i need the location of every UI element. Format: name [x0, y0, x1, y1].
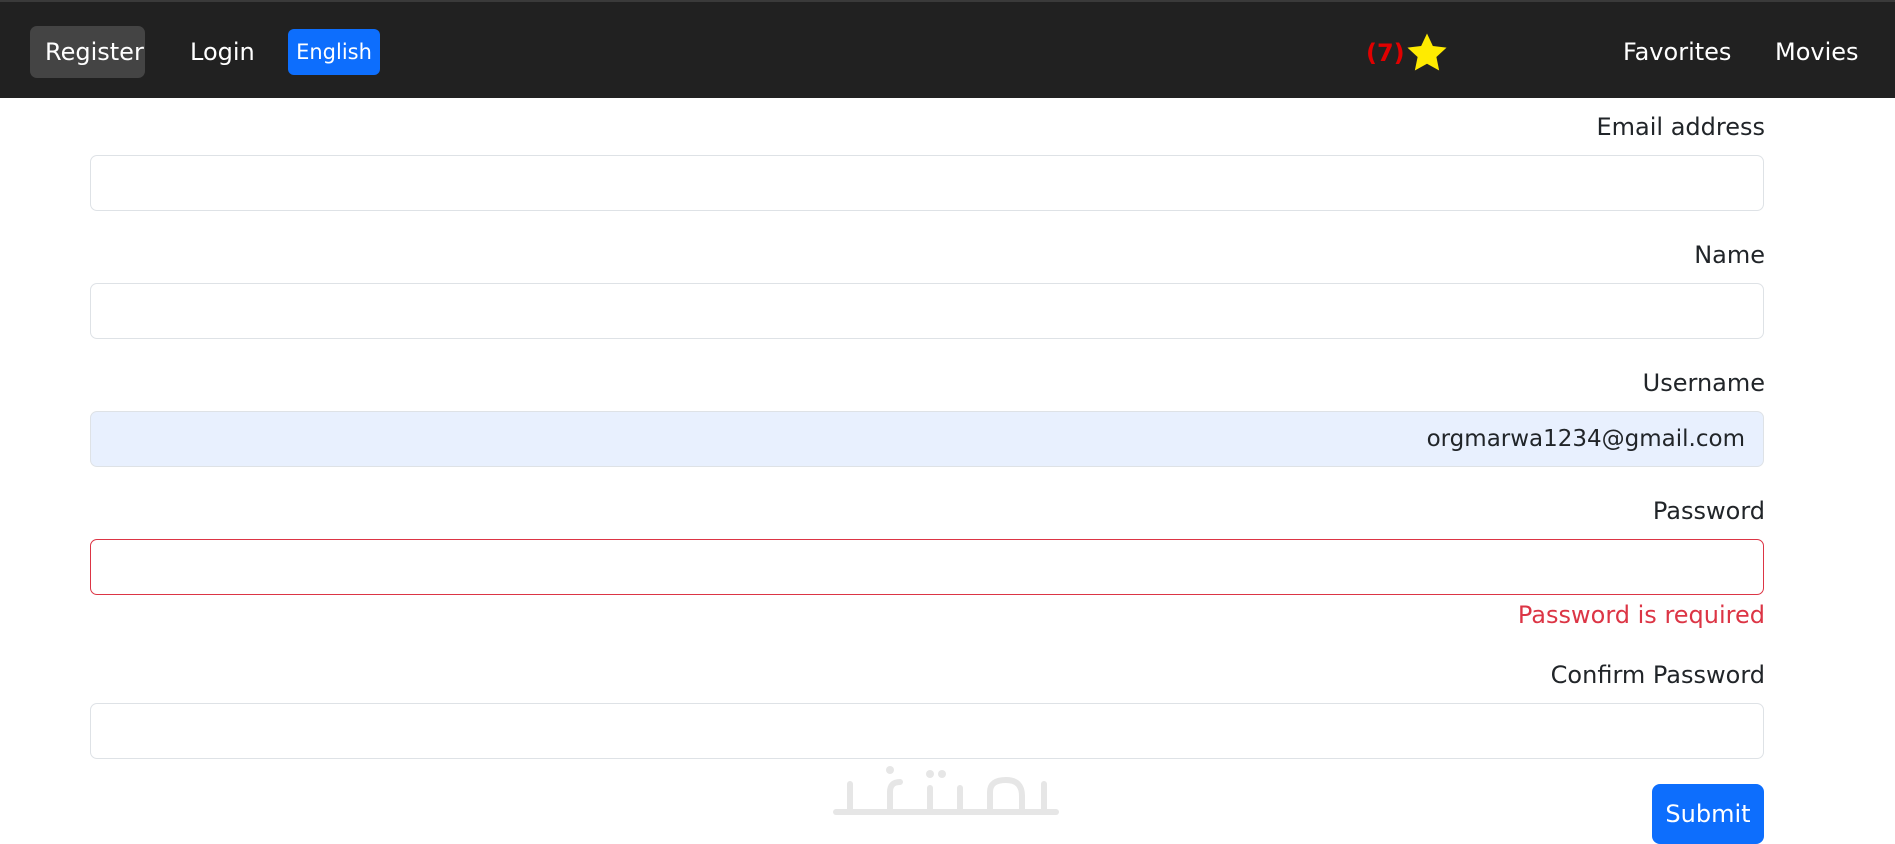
- watermark-logo: [833, 766, 1059, 815]
- confirm-password-label: Confirm Password: [1550, 661, 1765, 689]
- password-label: Password: [1652, 497, 1765, 525]
- star-icon[interactable]: [1404, 30, 1450, 76]
- email-field[interactable]: [90, 155, 1764, 211]
- name-label: Name: [1694, 241, 1765, 269]
- language-button[interactable]: English: [288, 29, 380, 75]
- confirm-password-field[interactable]: [90, 703, 1764, 759]
- username-field[interactable]: [90, 411, 1764, 467]
- password-error-message: Password is required: [1517, 601, 1765, 629]
- email-label: Email address: [1596, 113, 1765, 141]
- nav-movies-link[interactable]: Movies: [1760, 26, 1874, 78]
- nav-favorites-link[interactable]: Favorites: [1608, 26, 1746, 78]
- nav-register-link[interactable]: Register: [30, 26, 145, 78]
- name-field[interactable]: [90, 283, 1764, 339]
- nav-login-link[interactable]: Login: [175, 26, 270, 78]
- submit-button[interactable]: Submit: [1652, 784, 1764, 844]
- top-navbar: Register Login English (7) Favorites Mov…: [0, 0, 1895, 98]
- password-field[interactable]: [90, 539, 1764, 595]
- favorites-count-badge: (7): [1366, 39, 1405, 67]
- username-label: Username: [1642, 369, 1765, 397]
